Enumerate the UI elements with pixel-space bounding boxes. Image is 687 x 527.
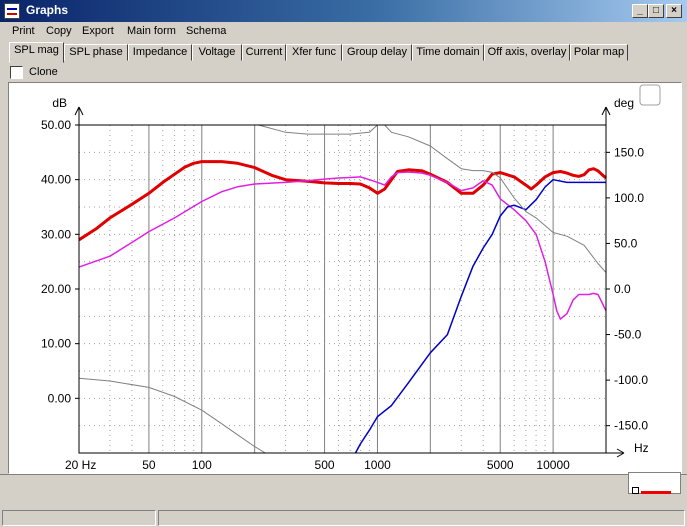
clone-label: Clone [29,66,58,78]
tab-strip: SPL mag SPL phase Impedance Voltage Curr… [0,42,687,63]
y-axis-label: dB [52,96,67,110]
menu-schema[interactable]: Schema [186,25,226,37]
tab-time-domain[interactable]: Time domain [412,44,484,61]
y-right-tick-label: 0.0 [614,282,631,296]
legend-box [628,472,681,494]
tab-voltage[interactable]: Voltage [192,44,242,61]
x-tick-label: 500 [315,458,335,472]
y-tick-label: 30.00 [41,227,71,241]
y-right-tick-label: -50.0 [614,328,642,342]
tab-xfer-func[interactable]: Xfer func [286,44,342,61]
tab-current[interactable]: Current [242,44,286,61]
y-right-tick-label: 150.0 [614,145,644,159]
maximize-button[interactable]: □ [648,4,664,18]
graph-divider [0,474,687,475]
chart-options-box[interactable] [639,84,661,106]
status-panel-2 [158,510,685,526]
y-tick-label: 50.00 [41,118,71,132]
status-bar [0,508,687,527]
x-tick-label: 50 [142,458,156,472]
y-tick-label: 20.00 [41,282,71,296]
tab-group-delay[interactable]: Group delay [342,44,412,61]
legend-red-line [641,491,671,494]
tab-polar-map[interactable]: Polar map [570,44,628,61]
y-tick-label: 0.00 [48,391,72,405]
tab-off-axis-overlay[interactable]: Off axis, overlay [484,44,570,61]
app-graph-icon [4,3,20,19]
menu-print[interactable]: Print [12,25,35,37]
y-tick-label: 10.00 [41,337,71,351]
minimize-button[interactable]: _ [632,4,648,18]
menu-export[interactable]: Export [82,25,114,37]
x-tick-label: 1000 [364,458,391,472]
x-tick-label: 5000 [487,458,514,472]
y-right-tick-label: -100.0 [614,373,648,387]
menu-copy[interactable]: Copy [46,25,72,37]
window-title: Graphs [26,3,69,17]
y-right-tick-label: 100.0 [614,191,644,205]
x-tick-label: 10000 [536,458,570,472]
clone-checkbox[interactable] [10,66,23,79]
status-panel-1 [2,510,156,526]
legend-swatch [632,487,639,494]
menu-bar: Print Copy Export Main form Schema [0,22,687,41]
y-right-tick-label: -150.0 [614,419,648,433]
tab-spl-mag[interactable]: SPL mag [9,42,64,63]
spl-chart: 0.00 10.00 20.00 30.00 40.00 50.00 -150.0 -100.… [9,83,681,473]
chart-background [9,83,681,473]
tab-impedance[interactable]: Impedance [128,44,192,61]
menu-main-form[interactable]: Main form [127,25,176,37]
title-bar: Graphs _ □ × [0,0,687,22]
tab-spl-phase[interactable]: SPL phase [64,44,128,61]
y-right-axis-label: deg [614,96,634,110]
y-tick-label: 40.00 [41,173,71,187]
close-button[interactable]: × [666,4,682,18]
x-tick-label: 20 Hz [65,458,96,472]
x-axis-label: Hz [634,441,649,455]
x-tick-label: 100 [192,458,212,472]
graph-panel: 0.00 10.00 20.00 30.00 40.00 50.00 -150.0 -100.… [8,82,682,474]
y-right-tick-label: 50.0 [614,236,638,250]
